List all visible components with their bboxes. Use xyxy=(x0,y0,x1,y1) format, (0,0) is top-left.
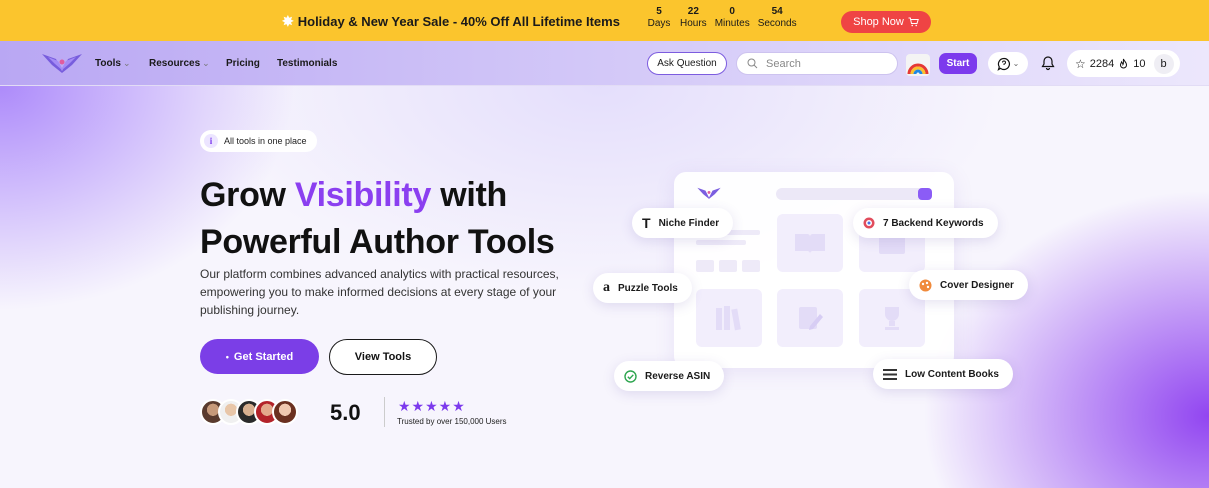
open-book-icon xyxy=(795,234,825,254)
star-icon: ☆ xyxy=(1075,56,1086,71)
books-tile xyxy=(696,289,762,347)
search-icon xyxy=(747,58,758,69)
cart-icon xyxy=(908,17,919,27)
ask-question-button[interactable]: Ask Question xyxy=(647,52,727,75)
headline-accent: Visibility xyxy=(294,176,432,214)
user-stats[interactable]: ☆ 2284 10 b xyxy=(1067,50,1180,77)
countdown-seconds: 54 Seconds xyxy=(757,6,797,29)
text-t-icon: T xyxy=(642,215,651,231)
books-icon xyxy=(716,306,741,331)
shop-now-button[interactable]: Shop Now xyxy=(841,11,931,33)
tools-mockup xyxy=(674,172,954,368)
likes-count: 10 xyxy=(1133,57,1146,70)
hero-description: Our platform combines advanced analytics… xyxy=(200,267,559,317)
countdown-minutes: 0 Minutes xyxy=(714,6,750,29)
nav-resources[interactable]: Resources ⌄ xyxy=(149,58,210,69)
rating-score: 5.0 xyxy=(330,400,361,425)
nav-pricing[interactable]: Pricing xyxy=(226,58,260,69)
tools-badge: i All tools in one place xyxy=(200,130,317,152)
logo-icon xyxy=(697,187,721,199)
hero-section: i All tools in one place Grow Visibility… xyxy=(0,86,1209,488)
get-started-button[interactable]: • Get Started xyxy=(200,339,319,374)
chevron-down-icon: ⌄ xyxy=(122,58,131,68)
reverse-asin-chip[interactable]: Reverse ASIN xyxy=(614,361,725,391)
info-icon: i xyxy=(204,134,218,148)
rating-stars: ★★★★★ xyxy=(398,398,466,414)
promo-banner: ✸ Holiday & New Year Sale - 40% Off All … xyxy=(0,0,1209,41)
mockup-block xyxy=(742,260,760,272)
backend-keywords-chip[interactable]: 7 Backend Keywords xyxy=(853,208,998,238)
amazon-icon: a xyxy=(603,280,610,295)
mockup-block xyxy=(696,260,714,272)
chevron-down-icon: ⌄ xyxy=(202,58,210,68)
nav-testimonials[interactable]: Testimonials xyxy=(277,58,337,69)
low-content-books-chip[interactable]: Low Content Books xyxy=(873,359,1013,389)
mockup-block xyxy=(719,260,737,272)
keyword-icon xyxy=(863,217,875,229)
avatar[interactable]: b xyxy=(1153,53,1174,74)
view-tools-button[interactable]: View Tools xyxy=(329,339,437,375)
list-icon xyxy=(883,368,897,380)
edit-icon xyxy=(799,307,823,330)
countdown-hours: 22 Hours xyxy=(680,6,707,29)
nav-tools[interactable]: Tools ⌄ xyxy=(95,58,130,69)
stars-count: 2284 xyxy=(1089,57,1115,70)
rainbow-icon[interactable] xyxy=(906,54,930,76)
book-tile xyxy=(777,214,843,272)
start-button[interactable]: Start xyxy=(939,53,977,74)
chat-menu-button[interactable]: ⌄ xyxy=(988,52,1028,75)
search-input[interactable] xyxy=(766,57,886,70)
promo-title-text: Holiday & New Year Sale - 40% Off All Li… xyxy=(297,14,620,29)
hero-headline: Grow Visibility with Powerful Author Too… xyxy=(200,176,555,261)
edit-tile xyxy=(777,289,843,347)
divider xyxy=(384,397,385,427)
countdown-days: 5 Days xyxy=(647,6,671,29)
logo-icon[interactable] xyxy=(40,51,84,75)
check-circle-icon xyxy=(624,369,637,383)
chat-icon xyxy=(997,57,1010,71)
cover-designer-chip[interactable]: Cover Designer xyxy=(909,270,1028,300)
navbar: Tools ⌄ Resources ⌄ Pricing Testimonials A… xyxy=(0,41,1209,86)
search-box[interactable] xyxy=(736,52,898,75)
mockup-search xyxy=(776,188,932,200)
sparkle-icon: ✸ xyxy=(282,13,294,29)
bell-icon[interactable] xyxy=(1040,55,1056,71)
avatar xyxy=(272,399,298,425)
palette-icon xyxy=(919,279,932,292)
badge-text: All tools in one place xyxy=(224,136,307,146)
flame-icon xyxy=(1120,58,1128,68)
trusted-text: Trusted by over 150,000 Users xyxy=(397,417,507,426)
niche-finder-chip[interactable]: T Niche Finder xyxy=(632,208,734,238)
puzzle-tools-chip[interactable]: a Puzzle Tools xyxy=(593,273,692,303)
user-avatars xyxy=(200,399,298,425)
countdown-timer: 5 Days 22 Hours 0 Minutes 54 Seconds xyxy=(646,6,797,30)
trophy-icon xyxy=(885,307,899,330)
promo-title: ✸ Holiday & New Year Sale - 40% Off All … xyxy=(282,13,620,30)
dot-icon: • xyxy=(225,351,229,362)
mockup-line xyxy=(696,240,746,245)
chevron-down-icon: ⌄ xyxy=(1012,59,1020,68)
